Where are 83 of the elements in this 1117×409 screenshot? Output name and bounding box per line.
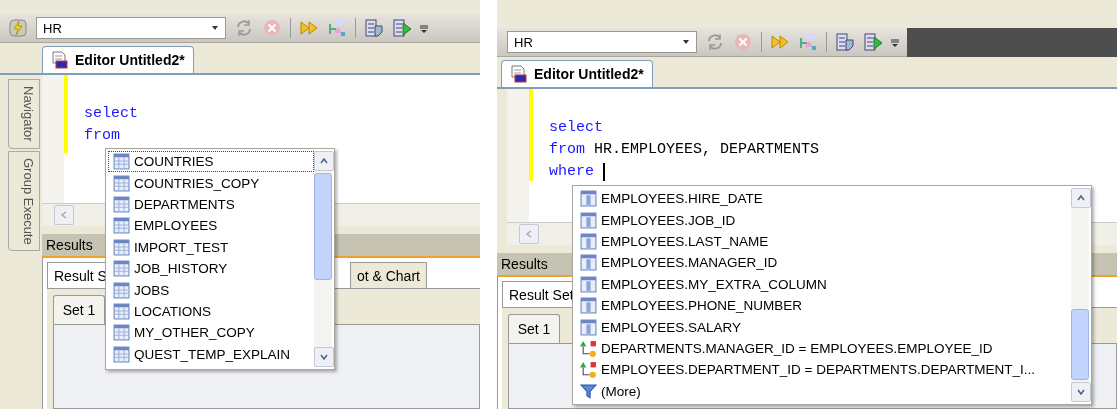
table-icon <box>113 324 130 342</box>
table-icon <box>113 217 130 235</box>
suggestion-item[interactable]: EMPLOYEES.HIRE_DATE <box>575 188 1071 210</box>
suggestion-item[interactable]: EMPLOYEES.DEPARTMENT_ID = DEPARTMENTS.DEPARTMENT_I... <box>575 359 1071 381</box>
fast-forward-icon[interactable] <box>770 32 790 52</box>
side-tab[interactable]: Group Execute <box>8 150 40 252</box>
scrollbar-thumb[interactable] <box>314 173 332 280</box>
chevron-down-icon <box>1077 388 1085 396</box>
editor-tab[interactable]: Editor Untitled2* <box>501 60 653 87</box>
suggestion-item[interactable]: (More) <box>575 380 1071 402</box>
suggestion-item[interactable]: EMPLOYEES <box>108 215 314 237</box>
table-icon <box>113 174 130 192</box>
scroll-up-button[interactable] <box>314 151 334 171</box>
column-icon <box>580 232 597 250</box>
dropdown-arrow-icon <box>211 24 219 32</box>
suggestion-item[interactable]: EMPLOYEES.SALARY <box>575 316 1071 338</box>
table-icon <box>113 302 130 320</box>
sql-keyword: select <box>549 118 603 138</box>
sql-icon[interactable] <box>798 32 818 52</box>
scroll-up-button[interactable] <box>1071 188 1091 208</box>
text-cursor <box>603 163 605 181</box>
document-icon <box>51 51 69 69</box>
table-icon <box>113 281 130 299</box>
stop-icon[interactable] <box>262 18 282 38</box>
sql-keyword: select <box>84 104 138 124</box>
column-icon <box>580 318 597 336</box>
connection-combo[interactable]: HR <box>36 17 226 39</box>
chevron-up-icon <box>320 157 328 165</box>
suggestion-item[interactable]: COUNTRIES <box>108 151 314 173</box>
column-icon <box>580 254 597 272</box>
chevron-up-icon <box>1077 194 1085 202</box>
suggestion-item[interactable]: MY_OTHER_COPY <box>108 322 314 344</box>
set-tab[interactable]: Set 1 <box>53 295 105 324</box>
table-icon <box>113 238 130 256</box>
join-icon <box>580 361 597 379</box>
table-icon <box>113 260 130 278</box>
suggestion-item[interactable]: IMPORT_TEST <box>108 236 314 258</box>
lightning-icon[interactable] <box>8 18 28 38</box>
sql-icon[interactable] <box>327 18 347 38</box>
scroll-down-button[interactable] <box>314 347 334 367</box>
overflow-icon[interactable] <box>891 37 899 47</box>
connection-combo[interactable]: HR <box>507 31 697 53</box>
suggestion-item[interactable]: DEPARTMENTS.MANAGER_ID = EMPLOYEES.EMPLOYEE_ID <box>575 337 1071 360</box>
join-icon <box>580 339 597 357</box>
column-icon <box>580 190 597 208</box>
table-icon <box>113 153 130 171</box>
suggestion-item[interactable]: QUEST_TEMP_EXPLAIN <box>108 343 314 365</box>
overflow-icon[interactable] <box>420 23 428 33</box>
side-tab[interactable]: Navigator <box>8 79 40 149</box>
table-icon <box>113 345 130 363</box>
funnel-icon <box>580 382 597 400</box>
suggestion-item[interactable]: EMPLOYEES.LAST_NAME <box>575 230 1071 253</box>
refresh-icon[interactable] <box>234 18 254 38</box>
sql-keyword: from <box>84 126 120 146</box>
scrollbar-thumb[interactable] <box>1071 308 1089 380</box>
column-icon <box>580 211 597 229</box>
result-tab[interactable]: ot & Chart <box>349 262 427 288</box>
table-icon <box>113 195 130 213</box>
run-script-icon[interactable] <box>392 18 412 38</box>
script-icon[interactable] <box>835 32 855 52</box>
chevron-left-icon <box>525 230 533 238</box>
run-script-icon[interactable] <box>863 32 883 52</box>
editor-tab[interactable]: Editor Untitled2* <box>42 46 194 73</box>
stop-icon[interactable] <box>733 32 753 52</box>
dropdown-arrow-icon <box>682 38 690 46</box>
suggestion-item[interactable]: EMPLOYEES.MANAGER_ID <box>575 252 1071 274</box>
chevron-left-icon <box>60 211 68 219</box>
chevron-down-icon <box>320 353 328 361</box>
refresh-icon[interactable] <box>705 32 725 52</box>
suggestion-item[interactable]: LOCATIONS <box>108 300 314 323</box>
scroll-left-button[interactable] <box>519 224 539 244</box>
fast-forward-icon[interactable] <box>299 18 319 38</box>
scroll-left-button[interactable] <box>54 205 74 225</box>
column-icon <box>580 297 597 315</box>
sql-keyword: from <box>549 140 585 160</box>
suggestion-item[interactable]: COUNTRIES_COPY <box>108 172 314 194</box>
scroll-down-button[interactable] <box>1071 382 1091 402</box>
set-tab[interactable]: Set 1 <box>508 314 560 343</box>
script-icon[interactable] <box>364 18 384 38</box>
document-icon <box>510 65 528 83</box>
sql-keyword: where <box>549 162 594 182</box>
column-icon <box>580 275 597 293</box>
code-text: HR.EMPLOYEES, DEPARTMENTS <box>594 140 820 160</box>
